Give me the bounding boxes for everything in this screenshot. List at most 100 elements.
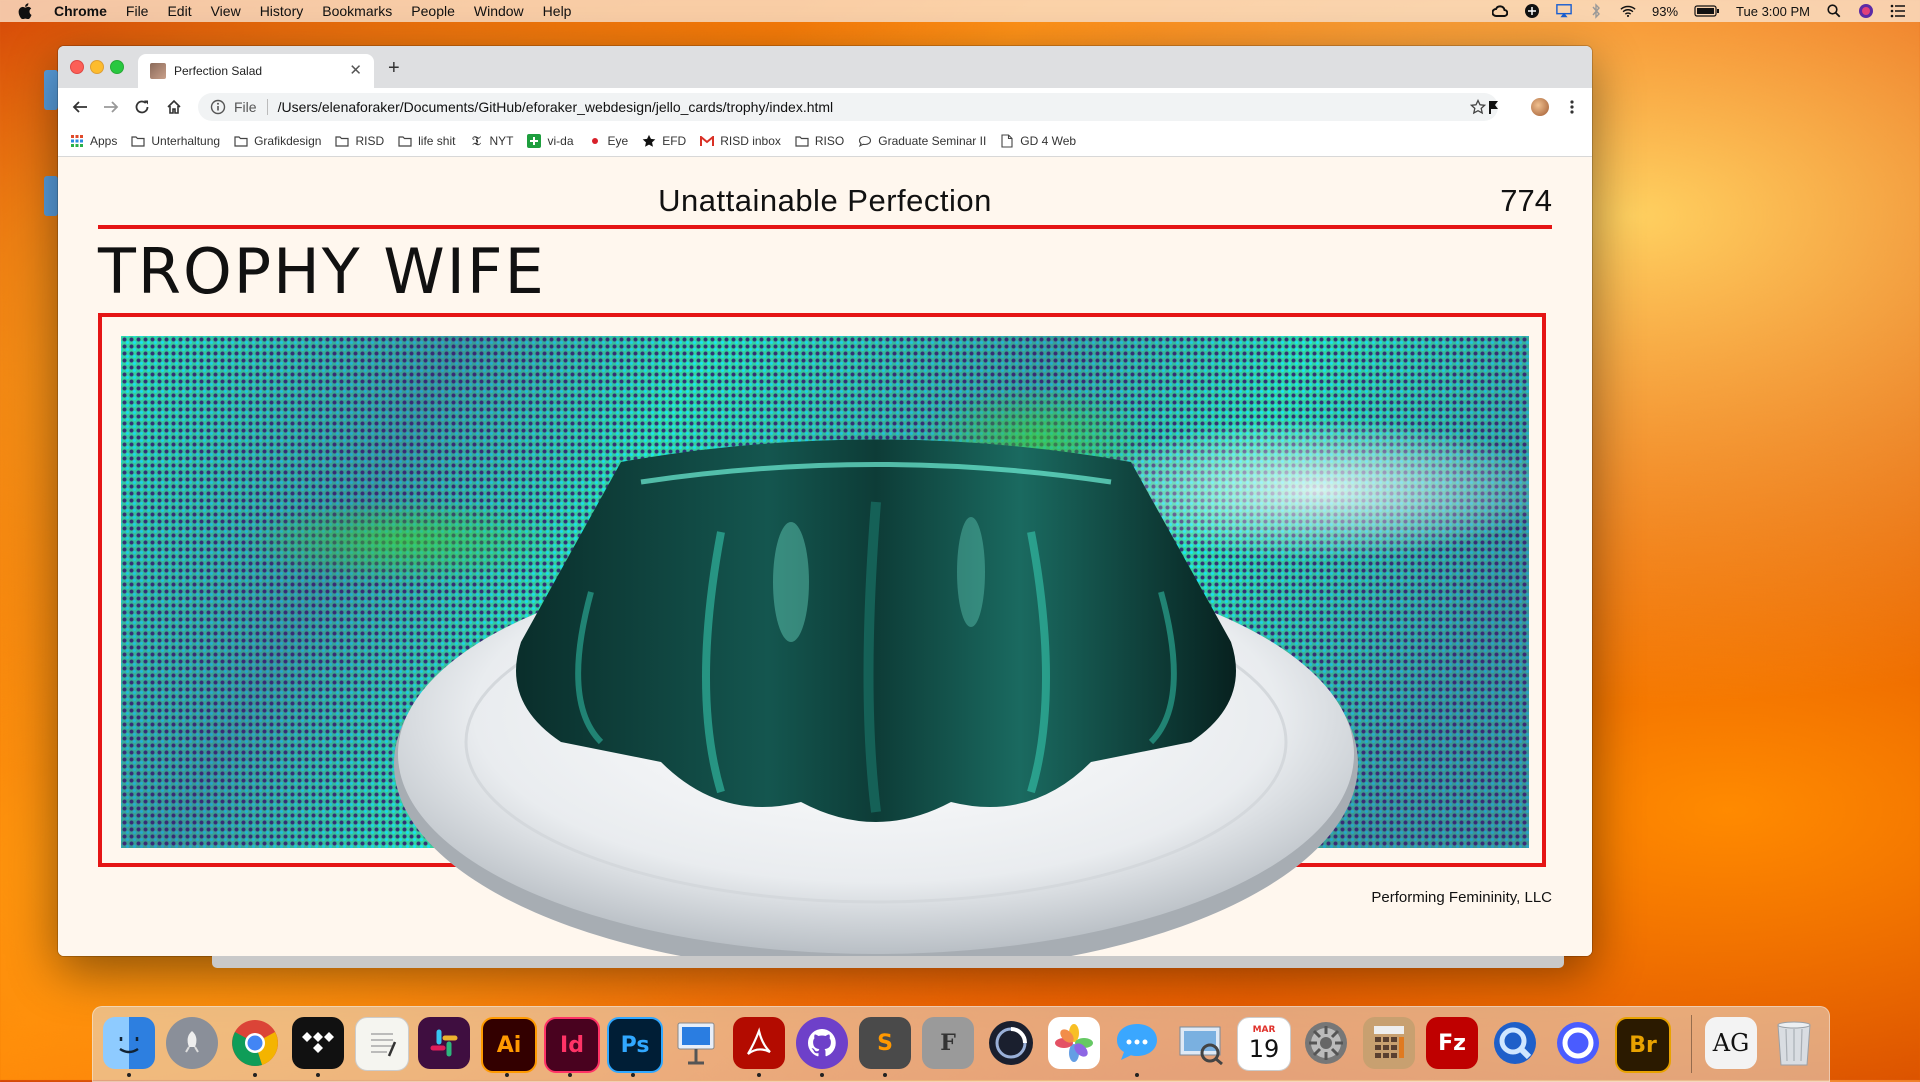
menu-people[interactable]: People xyxy=(411,3,455,19)
url-text[interactable]: /Users/elenaforaker/Documents/GitHub/efo… xyxy=(278,99,834,115)
menu-help[interactable]: Help xyxy=(543,3,572,19)
profile-avatar[interactable] xyxy=(1530,97,1550,117)
close-window-button[interactable] xyxy=(70,60,84,74)
dock-chrome[interactable] xyxy=(229,1017,281,1069)
dock-system-preferences[interactable] xyxy=(1300,1017,1352,1069)
menu-view[interactable]: View xyxy=(211,3,241,19)
menu-window[interactable]: Window xyxy=(474,3,524,19)
reload-button[interactable] xyxy=(132,97,152,117)
bookmarks-bar: Apps Unterhaltung Grafikdesign RISD life… xyxy=(58,126,1592,157)
minimize-window-button[interactable] xyxy=(90,60,104,74)
forward-button[interactable] xyxy=(101,97,121,117)
preview-icon xyxy=(1179,1026,1223,1065)
trash-icon xyxy=(1777,1021,1811,1066)
desktop-file-icon[interactable] xyxy=(44,176,58,216)
dock-preview[interactable] xyxy=(1174,1017,1226,1069)
calculator-icon xyxy=(1374,1026,1404,1058)
dock-github[interactable] xyxy=(796,1017,848,1069)
dock-cinema-4d[interactable] xyxy=(985,1017,1037,1069)
card-number: 774 xyxy=(1500,183,1552,218)
dock-font-book[interactable]: F xyxy=(922,1017,974,1069)
dock-slack[interactable] xyxy=(418,1017,470,1069)
dock-launchpad[interactable] xyxy=(166,1017,218,1069)
dock-filezilla[interactable]: Fz xyxy=(1426,1017,1478,1069)
bookmark-folder-riso[interactable]: RISO xyxy=(795,134,844,148)
new-tab-button[interactable]: + xyxy=(388,58,400,78)
dock-keynote[interactable] xyxy=(670,1017,722,1069)
bookmark-folder-unterhaltung[interactable]: Unterhaltung xyxy=(131,134,220,148)
bookmark-label: life shit xyxy=(418,134,456,148)
menu-history[interactable]: History xyxy=(260,3,304,19)
battery-icon[interactable] xyxy=(1694,3,1720,19)
dock-textedit[interactable] xyxy=(355,1017,409,1071)
dock-font-viewer[interactable]: AG xyxy=(1705,1017,1757,1069)
dock-finder[interactable] xyxy=(103,1017,155,1069)
bookmark-eye[interactable]: Eye xyxy=(588,134,629,148)
tab-close-icon[interactable]: ✕ xyxy=(349,63,362,79)
dock-photoshop[interactable]: Ps xyxy=(607,1017,663,1073)
page-favicon-icon xyxy=(150,63,166,79)
notification-center-icon[interactable] xyxy=(1890,3,1906,19)
menu-edit[interactable]: Edit xyxy=(167,3,191,19)
siri-icon[interactable] xyxy=(1858,3,1874,19)
bookmark-nyt[interactable]: 𝔗 NYT xyxy=(469,134,513,149)
dock-calendar[interactable]: MAR 19 xyxy=(1237,1017,1291,1071)
dock-circle-app[interactable] xyxy=(1552,1017,1604,1069)
dock-illustrator[interactable]: Ai xyxy=(481,1017,537,1073)
chrome-menu-icon[interactable] xyxy=(1562,97,1582,117)
bookmark-label: RISO xyxy=(814,134,845,148)
dock-tidal[interactable] xyxy=(292,1017,344,1069)
tab-perfection-salad[interactable]: Perfection Salad ✕ xyxy=(138,54,374,88)
calendar-icon: MAR xyxy=(1252,1025,1276,1035)
bookmark-apps[interactable]: Apps xyxy=(70,134,117,148)
bookmark-risd-inbox[interactable]: RISD inbox xyxy=(700,134,781,148)
extension-icon[interactable] xyxy=(1484,97,1504,117)
bookmark-label: Grafikdesign xyxy=(254,134,322,148)
bookmark-efd[interactable]: EFD xyxy=(642,134,686,148)
bookmark-graduate-seminar[interactable]: Graduate Seminar II xyxy=(858,134,986,148)
dock-messages[interactable] xyxy=(1111,1017,1163,1069)
menu-clock[interactable]: Tue 3:00 PM xyxy=(1736,4,1810,19)
calendar-day: 19 xyxy=(1248,1035,1280,1063)
font-viewer-icon: AG xyxy=(1712,1029,1750,1057)
dock-sublime-text[interactable]: S xyxy=(859,1017,911,1069)
back-button[interactable] xyxy=(70,97,90,117)
sublime-icon: S xyxy=(877,1030,893,1056)
bookmark-vi-da[interactable]: vi-da xyxy=(527,134,574,148)
menu-file[interactable]: File xyxy=(126,3,149,19)
desktop-file-icon[interactable] xyxy=(44,70,58,110)
bookmark-folder-grafikdesign[interactable]: Grafikdesign xyxy=(234,134,321,148)
dock-separator xyxy=(1691,1015,1692,1073)
address-bar[interactable]: File /Users/elenaforaker/Documents/GitHu… xyxy=(198,93,1498,121)
zoom-window-button[interactable] xyxy=(110,60,124,74)
spotlight-icon[interactable] xyxy=(1826,3,1842,19)
bookmark-gd-4-web[interactable]: GD 4 Web xyxy=(1000,134,1076,148)
menu-bookmarks[interactable]: Bookmarks xyxy=(322,3,392,19)
github-icon xyxy=(807,1029,836,1057)
tab-title: Perfection Salad xyxy=(174,64,263,78)
web-page: Unattainable Perfection 774 TROPHY WIFE xyxy=(58,157,1592,956)
url-scheme-label: File xyxy=(234,99,257,115)
dock-calculator[interactable] xyxy=(1363,1017,1415,1069)
apple-icon[interactable] xyxy=(18,2,36,20)
dock-indesign[interactable]: Id xyxy=(544,1017,600,1073)
dock-bridge[interactable]: Br xyxy=(1615,1017,1671,1073)
vpn-icon[interactable] xyxy=(1524,3,1540,19)
dock-acrobat[interactable] xyxy=(733,1017,785,1069)
dock-photos[interactable] xyxy=(1048,1017,1100,1069)
indesign-icon: Id xyxy=(560,1032,584,1058)
background-window[interactable] xyxy=(212,956,1564,968)
bookmark-folder-life[interactable]: life shit xyxy=(398,134,455,148)
bookmark-folder-risd[interactable]: RISD xyxy=(335,134,384,148)
cinema4d-icon xyxy=(989,1021,1033,1065)
dock-trash[interactable] xyxy=(1768,1017,1820,1069)
site-info-icon[interactable] xyxy=(210,99,226,115)
dock-quicktime[interactable] xyxy=(1489,1017,1541,1069)
creative-cloud-icon[interactable] xyxy=(1492,3,1509,19)
wifi-icon[interactable] xyxy=(1620,3,1636,19)
menu-app-chrome[interactable]: Chrome xyxy=(54,3,107,19)
home-button[interactable] xyxy=(164,97,184,117)
bookmark-label: Eye xyxy=(607,134,629,148)
airplay-icon[interactable] xyxy=(1556,3,1572,19)
bluetooth-icon[interactable] xyxy=(1588,3,1604,19)
